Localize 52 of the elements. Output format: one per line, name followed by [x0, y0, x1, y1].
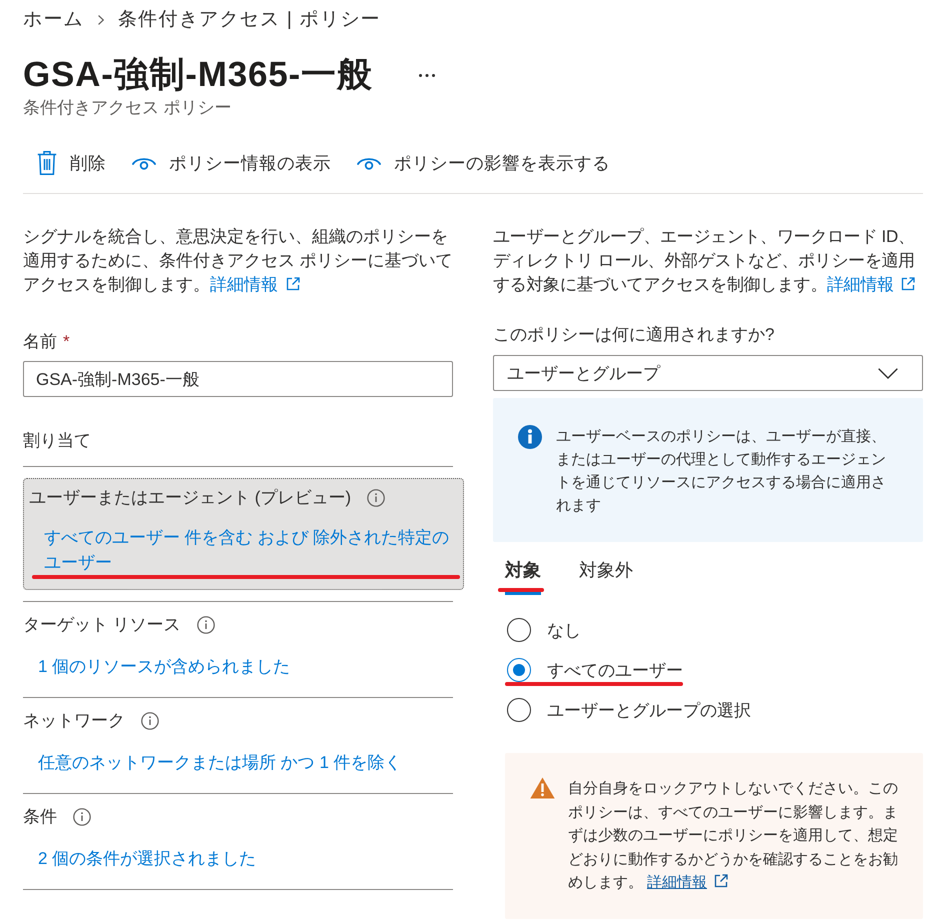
assignment-card[interactable]: ユーザーまたはエージェント (プレビュー) すべてのユーザー 件を含む および 除外された特定のユーザー — [23, 478, 464, 590]
learn-more-link[interactable]: 詳細情報 — [827, 275, 915, 294]
eye-icon — [357, 156, 381, 170]
info-icon[interactable] — [367, 489, 386, 507]
trash-icon — [37, 151, 57, 175]
required-mark: * — [63, 331, 70, 353]
eye-icon — [132, 156, 156, 170]
tab[interactable]: 対象外 — [579, 558, 633, 595]
field-label: このポリシーは何に適用されますか? — [493, 324, 774, 346]
info-icon[interactable] — [73, 808, 91, 826]
learn-more-link[interactable]: 詳細情報 — [210, 275, 300, 294]
section-label: ユーザーまたはエージェント (プレビュー) — [29, 487, 352, 509]
summary-link[interactable]: 任意のネットワークまたは場所 かつ 1 件を除く — [38, 750, 402, 775]
summary-link[interactable]: 2 個の条件が選択されました — [38, 846, 256, 871]
info-icon[interactable] — [196, 616, 215, 634]
radio-button[interactable] — [507, 658, 531, 682]
section-heading: 割り当て — [23, 430, 91, 452]
info-text: ユーザーベースのポリシーは、ユーザーが直接、またはユーザーの代理として動作するエージェントを通じてリソースにアクセスする場合に適用されます — [556, 427, 887, 516]
info-icon — [518, 425, 542, 449]
info-icon[interactable] — [141, 712, 159, 730]
external-link-icon — [714, 874, 728, 888]
page-title: GSA-強制-M365-一般 — [23, 55, 373, 95]
radio-button[interactable] — [507, 618, 531, 642]
more-icon[interactable] — [418, 74, 435, 76]
page-subtitle: 条件付きアクセス ポリシー — [23, 98, 232, 118]
summary-link[interactable]: すべてのユーザー 件を含む および 除外された特定のユーザー — [44, 525, 460, 575]
view-button[interactable]: ポリシー情報の表示 — [122, 145, 341, 181]
section-label: ターゲット リソース — [23, 614, 181, 636]
delete-button[interactable]: 削除 — [27, 145, 116, 181]
breadcrumb-link[interactable]: ホーム — [23, 8, 84, 32]
option-label[interactable]: ユーザーとグループの選択 — [547, 698, 751, 722]
description-text: シグナルを統合し、意思決定を行い、組織のポリシーを適用するために、条件付きアクセス ポリシーに基づいてアクセスを制御します。詳細情報 — [23, 226, 453, 296]
warning-icon — [530, 777, 555, 799]
section-label: 条件 — [23, 806, 57, 828]
option-label[interactable]: なし — [547, 618, 581, 642]
view-button[interactable]: ポリシーの影響を表示する — [347, 145, 620, 181]
external-link-icon — [286, 277, 300, 291]
summary-link[interactable]: 1 個のリソースが含められました — [38, 654, 290, 679]
learn-more-link[interactable]: 詳細情報 — [647, 874, 728, 891]
field-label: 名前 — [23, 331, 57, 353]
chevron-icon — [98, 15, 104, 25]
dropdown[interactable]: ユーザーとグループ — [493, 355, 923, 391]
section-label: ネットワーク — [23, 710, 125, 732]
option-label[interactable]: すべてのユーザー — [547, 658, 683, 682]
warning-text: 自分自身をロックアウトしないでください。このポリシーは、すべてのユーザーに影響します。まずは少数のユーザーにポリシーを適用して、想定どおりに動作するかどうかを確認することをお勧めします。 詳細情報 — [568, 779, 899, 893]
breadcrumb-link[interactable]: 条件付きアクセス | ポリシー — [118, 8, 381, 32]
chevron-down-icon — [878, 368, 898, 378]
description-text: ユーザーとグループ、エージェント、ワークロード ID、ディレクトリ ロール、外部ゲストなど、ポリシーを適用する対象に基づいてアクセスを制御します。詳細情報 — [493, 226, 916, 296]
radio-button[interactable] — [507, 698, 531, 722]
dropdown-value: ユーザーとグループ — [507, 362, 660, 384]
external-link-icon — [900, 277, 915, 291]
name-input[interactable]: GSA-強制-M365-一般 — [23, 361, 453, 397]
